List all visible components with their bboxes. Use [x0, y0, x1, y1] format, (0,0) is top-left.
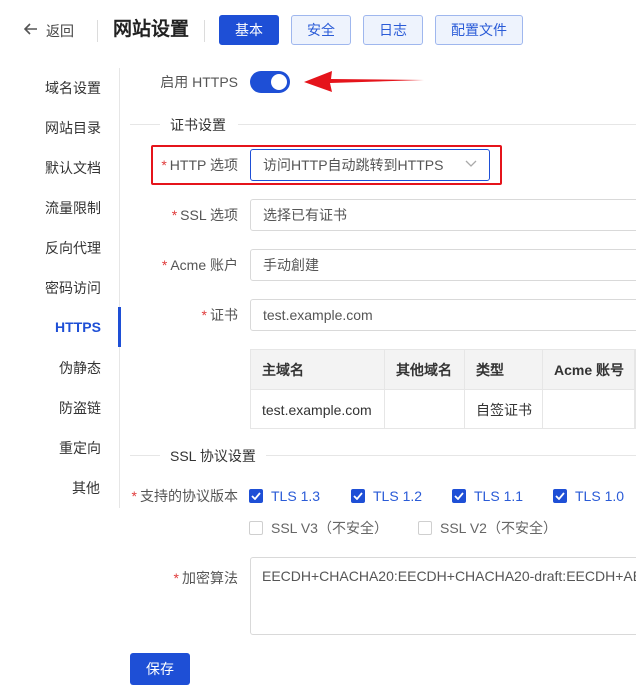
checkbox-sslv2[interactable]: SSL V2（不安全） — [418, 518, 557, 538]
cipher-textarea[interactable]: EECDH+CHACHA20:EECDH+CHACHA20-draft:EECD… — [250, 557, 636, 635]
table-header-primary-domain: 主域名 — [262, 362, 304, 378]
checkbox-tls10[interactable]: TLS 1.0 — [553, 486, 624, 506]
ssl-option-select[interactable]: 选择已有证书 — [250, 199, 636, 231]
tab-logs[interactable]: 日志 — [363, 15, 423, 45]
sidebar-item-https[interactable]: HTTPS — [28, 317, 128, 337]
checkbox-tls11[interactable]: TLS 1.1 — [452, 486, 523, 506]
cert-section-title: 证书设置 — [170, 117, 226, 133]
cipher-label: * 加密算法 — [173, 570, 238, 586]
protocols-label: * 支持的协议版本 — [131, 488, 238, 504]
save-button[interactable]: 保存 — [130, 653, 190, 685]
tab-basic[interactable]: 基本 — [219, 15, 279, 45]
cert-value: test.example.com — [263, 307, 373, 323]
checkbox-label: TLS 1.3 — [271, 488, 321, 504]
acme-account-value: 手动創建 — [263, 257, 319, 273]
sidebar-item-password-access[interactable]: 密码访问 — [23, 278, 123, 298]
checkbox-label: SSL V3（不安全） — [271, 520, 388, 536]
cert-select[interactable]: test.example.com — [250, 299, 636, 331]
enable-https-toggle[interactable] — [250, 71, 290, 93]
table-header-type: 类型 — [476, 362, 504, 378]
arrow-left-icon — [23, 22, 38, 40]
back-label: 返回 — [46, 23, 74, 39]
section-line-left — [130, 124, 160, 125]
table-header-acme-account: Acme 账号 — [554, 362, 625, 378]
sidebar-item-domain[interactable]: 域名设置 — [23, 78, 123, 98]
ssl-option-value: 选择已有证书 — [263, 207, 347, 223]
section-line-left — [130, 455, 160, 456]
table-cell-type: 自签证书 — [476, 402, 532, 418]
header-divider-2 — [204, 20, 205, 42]
checkbox-checked-icon — [351, 489, 365, 503]
checkbox-unchecked-icon — [418, 521, 432, 535]
sidebar-item-hotlink[interactable]: 防盗链 — [30, 398, 130, 418]
sidebar-item-redirect[interactable]: 重定向 — [30, 438, 130, 458]
checkbox-label: SSL V2（不安全） — [440, 520, 557, 536]
header-divider — [97, 20, 98, 42]
checkbox-label: TLS 1.0 — [575, 488, 625, 504]
checkbox-unchecked-icon — [249, 521, 263, 535]
table-cell-primary-domain: test.example.com — [262, 402, 372, 418]
red-highlight-box — [151, 145, 502, 185]
sidebar-item-rewrite[interactable]: 伪静态 — [30, 358, 130, 378]
checkbox-tls12[interactable]: TLS 1.2 — [351, 486, 422, 506]
checkbox-label: TLS 1.1 — [474, 488, 524, 504]
sidebar-item-other[interactable]: 其他 — [36, 478, 136, 498]
red-arrow-annotation — [304, 71, 424, 92]
acme-account-select[interactable]: 手动創建 — [250, 249, 636, 281]
sidebar-item-traffic-limit[interactable]: 流量限制 — [23, 198, 123, 218]
checkbox-checked-icon — [452, 489, 466, 503]
sidebar-item-default-doc[interactable]: 默认文档 — [23, 158, 123, 178]
sidebar-item-site-dir[interactable]: 网站目录 — [23, 118, 123, 138]
page-title: 网站设置 — [113, 19, 190, 40]
checkbox-checked-icon — [553, 489, 567, 503]
tab-security[interactable]: 安全 — [291, 15, 351, 45]
back-button[interactable]: 返回 — [23, 18, 74, 44]
sidebar-item-reverse-proxy[interactable]: 反向代理 — [23, 238, 123, 258]
acme-account-label: * Acme 账户 — [161, 257, 238, 273]
tab-config-file[interactable]: 配置文件 — [435, 15, 523, 45]
checkbox-label: TLS 1.2 — [373, 488, 423, 504]
cert-table: 主域名 其他域名 类型 Acme 账号 test.example.com 自签证… — [250, 349, 636, 429]
section-line-right — [238, 124, 636, 125]
table-header-other-domains: 其他域名 — [396, 362, 452, 378]
section-line-right — [266, 455, 636, 456]
ssl-protocol-section-title: SSL 协议设置 — [170, 448, 256, 464]
checkbox-sslv3[interactable]: SSL V3（不安全） — [249, 518, 388, 538]
toggle-knob — [271, 74, 287, 90]
cert-label: * 证书 — [201, 307, 238, 323]
checkbox-checked-icon — [249, 489, 263, 503]
checkbox-tls13[interactable]: TLS 1.3 — [249, 486, 320, 506]
ssl-option-label: * SSL 选项 — [171, 207, 238, 223]
table-col-divider — [634, 350, 635, 428]
enable-https-label: 启用 HTTPS — [160, 74, 238, 90]
